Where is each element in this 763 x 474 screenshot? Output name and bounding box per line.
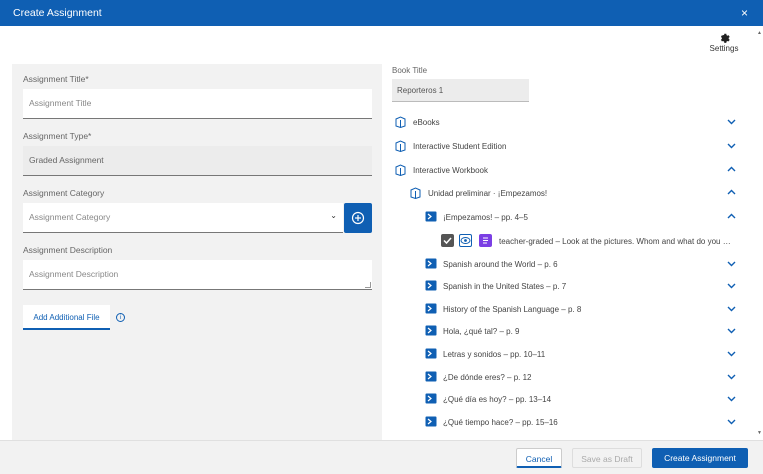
- book-icon: [395, 164, 406, 176]
- book-title-label: Book Title: [392, 66, 428, 75]
- chevron-down-icon[interactable]: [726, 393, 737, 404]
- chevron-up-icon[interactable]: [726, 211, 737, 222]
- eye-icon: [460, 237, 471, 244]
- lesson-icon: [425, 258, 437, 269]
- chevron-down-icon[interactable]: [726, 280, 737, 291]
- title-label: Assignment Title*: [23, 74, 89, 84]
- scroll-down-icon[interactable]: ▼: [757, 430, 762, 436]
- chevron-down-icon[interactable]: [726, 116, 737, 127]
- scroll-up-icon[interactable]: ▲: [757, 30, 762, 36]
- check-icon: [443, 237, 452, 245]
- lesson-icon: [425, 371, 437, 382]
- settings-button[interactable]: Settings: [706, 31, 742, 53]
- chevron-down-icon[interactable]: [726, 140, 737, 151]
- lesson-icon: [425, 325, 437, 336]
- chevron-down-icon[interactable]: [726, 258, 737, 269]
- chevron-down-icon[interactable]: [726, 416, 737, 427]
- cancel-button[interactable]: Cancel: [516, 448, 562, 468]
- tree-item-ebooks[interactable]: eBooks: [0, 113, 763, 131]
- tree-item-label: Spanish around the World – p. 6: [443, 260, 558, 269]
- preview-button[interactable]: [459, 234, 472, 247]
- tree-item-letras-y-sonidos[interactable]: Letras y sonidos – pp. 10–11: [0, 345, 763, 363]
- tree-item-spanish-in-the-united-states[interactable]: Spanish in the United States – p. 7: [0, 277, 763, 295]
- chevron-up-icon[interactable]: [726, 187, 737, 198]
- chevron-down-icon[interactable]: [726, 348, 737, 359]
- lesson-icon: [425, 416, 437, 427]
- settings-label: Settings: [709, 44, 739, 53]
- dialog-titlebar: Create Assignment ×: [0, 0, 763, 26]
- gear-icon: [720, 33, 730, 43]
- tree-item-que-dia-es-hoy[interactable]: ¿Qué día es hoy? – pp. 13–14: [0, 390, 763, 408]
- tree-item-que-tiempo-hace[interactable]: ¿Qué tiempo hace? – pp. 15–16: [0, 413, 763, 431]
- tree-item-label: ¡Empezamos! – pp. 4–5: [443, 213, 528, 222]
- lesson-icon: [425, 211, 437, 222]
- tree-item-label: Unidad preliminar · ¡Empezamos!: [428, 189, 548, 198]
- tree-item-spanish-around-the-world[interactable]: Spanish around the World – p. 6: [0, 255, 763, 273]
- tree-item-label: History of the Spanish Language – p. 8: [443, 305, 582, 314]
- lesson-icon: [425, 280, 437, 291]
- save-as-draft-button[interactable]: Save as Draft: [572, 448, 642, 468]
- activity-checkbox[interactable]: [441, 234, 454, 247]
- tree-item-label: ¿Qué tiempo hace? – pp. 15–16: [443, 418, 558, 427]
- document-icon: [479, 234, 492, 247]
- tree-item-interactive-workbook[interactable]: Interactive Workbook: [0, 161, 763, 179]
- chevron-down-icon[interactable]: [726, 325, 737, 336]
- lesson-icon: [425, 303, 437, 314]
- chevron-down-icon[interactable]: [726, 371, 737, 382]
- document-lines-icon: [483, 237, 488, 244]
- create-assignment-button[interactable]: Create Assignment: [652, 448, 748, 468]
- tree-item-empezamos[interactable]: ¡Empezamos! – pp. 4–5: [0, 208, 763, 226]
- tree-item-de-donde-eres[interactable]: ¿De dónde eres? – p. 12: [0, 368, 763, 386]
- book-icon: [395, 116, 406, 128]
- book-icon: [395, 140, 406, 152]
- tree-item-unidad-preliminar[interactable]: Unidad preliminar · ¡Empezamos!: [0, 184, 763, 202]
- dialog-title: Create Assignment: [13, 7, 102, 19]
- tree-item-label: ¿De dónde eres? – p. 12: [443, 373, 532, 382]
- tree-item-label: eBooks: [413, 118, 440, 127]
- scrollbar[interactable]: ▲ ▼: [755, 28, 763, 440]
- book-icon: [410, 187, 421, 199]
- book-title-field: Reporteros 1: [392, 79, 529, 102]
- activity-row[interactable]: teacher-graded – Look at the pictures. W…: [0, 232, 763, 250]
- tree-item-history-of-the-spanish-language[interactable]: History of the Spanish Language – p. 8: [0, 300, 763, 318]
- lesson-icon: [425, 393, 437, 404]
- tree-item-label: Hola, ¿qué tal? – p. 9: [443, 327, 520, 336]
- tree-item-hola-que-tal[interactable]: Hola, ¿qué tal? – p. 9: [0, 322, 763, 340]
- lesson-icon: [425, 348, 437, 359]
- chevron-up-icon[interactable]: [726, 164, 737, 175]
- tree-item-label: Spanish in the United States – p. 7: [443, 282, 567, 291]
- tree-item-label: Interactive Student Edition: [413, 142, 507, 151]
- close-icon[interactable]: ×: [741, 6, 748, 20]
- tree-item-label: ¿Qué día es hoy? – pp. 13–14: [443, 395, 552, 404]
- dialog-footer: [0, 440, 763, 474]
- chevron-down-icon[interactable]: [726, 303, 737, 314]
- activity-label: teacher-graded – Look at the pictures. W…: [499, 237, 731, 246]
- tree-item-label: Interactive Workbook: [413, 166, 488, 175]
- tree-item-interactive-student-edition[interactable]: Interactive Student Edition: [0, 137, 763, 155]
- tree-item-label: Letras y sonidos – pp. 10–11: [443, 350, 546, 359]
